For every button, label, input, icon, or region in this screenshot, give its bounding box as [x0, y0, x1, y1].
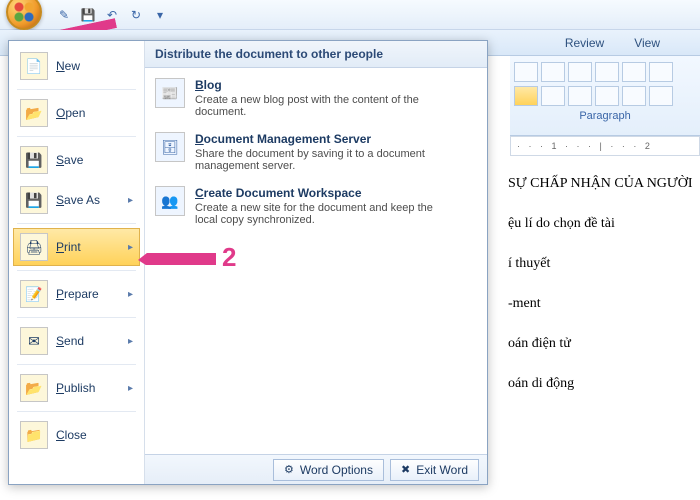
- doc-line: -ment: [508, 290, 692, 318]
- open-icon: 📂: [20, 99, 48, 127]
- save-icon: 💾: [20, 146, 48, 174]
- align-left-button[interactable]: [514, 86, 538, 106]
- separator: [17, 270, 136, 271]
- gear-icon: ⚙: [284, 463, 294, 476]
- menu-item-close[interactable]: 📁 Close: [13, 416, 140, 454]
- menu-item-new[interactable]: 📄 New: [13, 47, 140, 85]
- option-desc: Create a new site for the document and k…: [195, 202, 455, 226]
- word-options-label: Word Options: [300, 463, 373, 477]
- send-icon: ✉: [20, 327, 48, 355]
- separator: [17, 364, 136, 365]
- office-menu: 📄 New 📂 Open 💾 Save 💾 Save As 🖨 Print 📝 …: [8, 40, 488, 485]
- align-center-button[interactable]: [541, 86, 565, 106]
- prepare-icon: 📝: [20, 280, 48, 308]
- exit-word-label: Exit Word: [416, 463, 468, 477]
- menu-item-prepare[interactable]: 📝 Prepare: [13, 275, 140, 313]
- new-icon: 📄: [20, 52, 48, 80]
- save-as-icon: 💾: [20, 186, 48, 214]
- line-spacing-button[interactable]: [622, 86, 646, 106]
- indent-decrease-button[interactable]: [595, 62, 619, 82]
- option-dms[interactable]: 🗄 Document Management Server Share the d…: [155, 132, 477, 172]
- indent-increase-button[interactable]: [622, 62, 646, 82]
- tab-view[interactable]: View: [634, 36, 660, 50]
- list-multilevel-button[interactable]: [568, 62, 592, 82]
- list-bullets-button[interactable]: [514, 62, 538, 82]
- document-body: SỰ CHẤP NHẬN CỦA NGƯỜI ệu lí do chọn đề …: [508, 170, 692, 410]
- separator: [17, 136, 136, 137]
- menu-item-label: Close: [56, 428, 87, 442]
- option-blog[interactable]: 📰 Blog Create a new blog post with the c…: [155, 78, 477, 118]
- menu-item-label: Save: [56, 153, 83, 167]
- ruler: · · · 1 · · · | · · · 2: [510, 136, 700, 156]
- option-desc: Share the document by saving it to a doc…: [195, 148, 455, 172]
- server-icon: 🗄: [155, 132, 185, 162]
- menu-item-label: Print: [56, 240, 81, 254]
- menu-item-save-as[interactable]: 💾 Save As: [13, 181, 140, 219]
- menu-item-label: Open: [56, 106, 85, 120]
- menu-item-print[interactable]: 🖨 Print: [13, 228, 140, 266]
- callout-arrow-1: [44, 16, 116, 30]
- menu-item-label: Send: [56, 334, 84, 348]
- redo-icon[interactable]: ↻: [128, 7, 144, 23]
- publish-icon: 📂: [20, 374, 48, 402]
- ribbon-paragraph-group: Paragraph: [510, 56, 700, 136]
- align-right-button[interactable]: [568, 86, 592, 106]
- list-numbers-button[interactable]: [541, 62, 565, 82]
- option-workspace[interactable]: 👥 Create Document Workspace Create a new…: [155, 186, 477, 226]
- menu-item-label: Save As: [56, 193, 100, 207]
- option-title: Create Document Workspace: [195, 186, 455, 200]
- tab-review[interactable]: Review: [565, 36, 604, 50]
- option-title: Blog: [195, 78, 455, 92]
- office-button[interactable]: [6, 0, 42, 30]
- word-options-button[interactable]: ⚙ Word Options: [273, 459, 384, 481]
- menu-item-send[interactable]: ✉ Send: [13, 322, 140, 360]
- close-icon: 📁: [20, 421, 48, 449]
- callout-number-2: 2: [222, 244, 236, 270]
- qat-dropdown-icon[interactable]: ▾: [152, 7, 168, 23]
- doc-line: oán di động: [508, 370, 692, 398]
- doc-line: oán điện tử: [508, 330, 692, 358]
- option-title: Document Management Server: [195, 132, 455, 146]
- menu-item-save[interactable]: 💾 Save: [13, 141, 140, 179]
- print-icon: 🖨: [20, 233, 48, 261]
- align-justify-button[interactable]: [595, 86, 619, 106]
- separator: [17, 317, 136, 318]
- separator: [17, 89, 136, 90]
- doc-line: ệu lí do chọn đề tài: [508, 210, 692, 238]
- menu-item-label: New: [56, 59, 80, 73]
- workspace-icon: 👥: [155, 186, 185, 216]
- office-menu-footer: ⚙ Word Options ✖ Exit Word: [145, 454, 487, 484]
- shading-button[interactable]: [649, 86, 673, 106]
- panel-header: Distribute the document to other people: [145, 41, 487, 68]
- sort-button[interactable]: [649, 62, 673, 82]
- doc-line: í thuyết: [508, 250, 692, 278]
- menu-item-open[interactable]: 📂 Open: [13, 94, 140, 132]
- separator: [17, 223, 136, 224]
- menu-item-label: Publish: [56, 381, 95, 395]
- doc-line: SỰ CHẤP NHẬN CỦA NGƯỜI: [508, 170, 692, 198]
- exit-word-button[interactable]: ✖ Exit Word: [390, 459, 479, 481]
- callout-arrow-2: [138, 252, 216, 266]
- ribbon-group-label: Paragraph: [514, 110, 696, 122]
- office-menu-left: 📄 New 📂 Open 💾 Save 💾 Save As 🖨 Print 📝 …: [9, 41, 145, 484]
- exit-icon: ✖: [401, 463, 410, 476]
- separator: [17, 411, 136, 412]
- menu-item-publish[interactable]: 📂 Publish: [13, 369, 140, 407]
- option-desc: Create a new blog post with the content …: [195, 94, 455, 118]
- blog-icon: 📰: [155, 78, 185, 108]
- menu-item-label: Prepare: [56, 287, 99, 301]
